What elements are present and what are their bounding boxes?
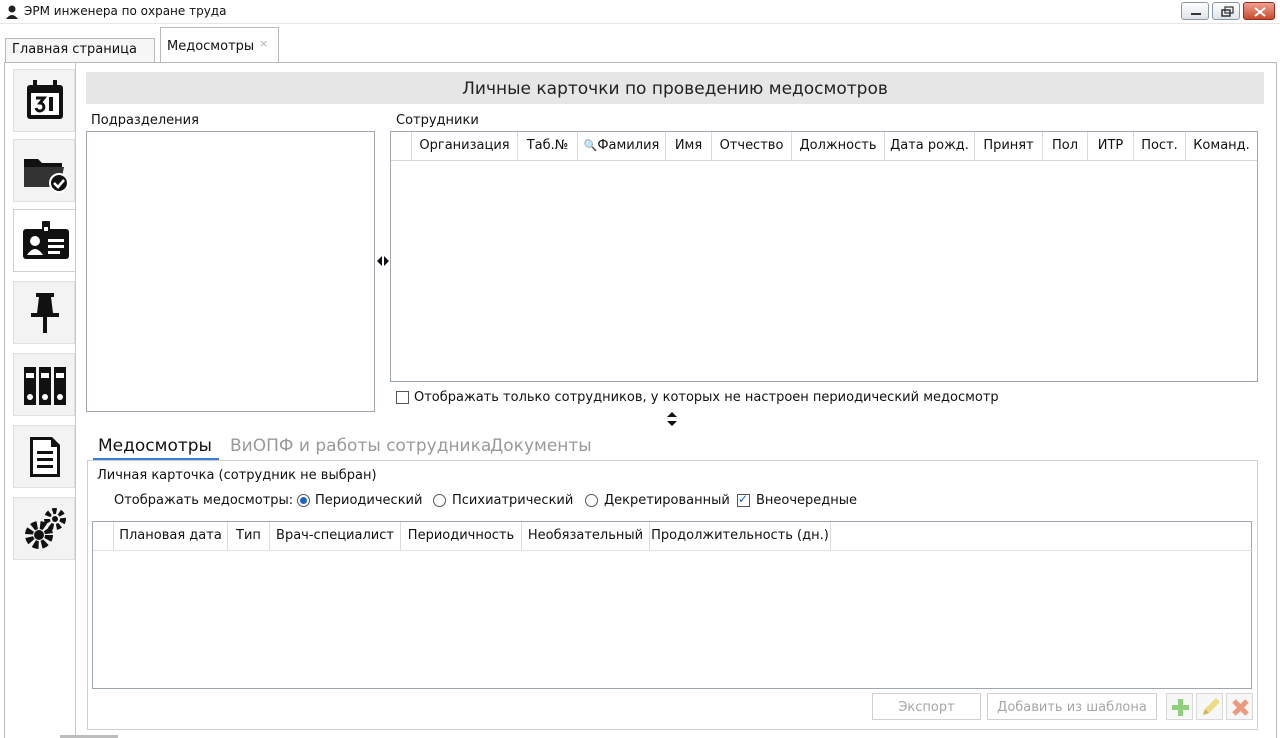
nav-calendar[interactable] — [13, 69, 75, 132]
column-header[interactable]: Команд. — [1186, 132, 1257, 160]
nav-document[interactable] — [13, 425, 75, 488]
calendar-icon — [27, 80, 63, 119]
close-window-button[interactable] — [1243, 2, 1275, 20]
decreed-radio-label: Декретированный — [604, 493, 730, 508]
psychiatric-radio[interactable] — [433, 494, 446, 507]
employees-label: Сотрудники — [396, 113, 479, 128]
column-header[interactable]: Продолжительность (дн.) — [650, 522, 831, 550]
extraordinary-checkbox[interactable] — [737, 492, 750, 507]
pencil-icon — [1203, 698, 1220, 715]
column-header[interactable]: Пол — [1043, 132, 1088, 160]
tab-viopf[interactable]: ВиОПФ и работы сотрудника — [230, 436, 491, 456]
column-header[interactable]: Имя — [666, 132, 712, 160]
column-header[interactable]: Пост. — [1134, 132, 1186, 160]
departments-tree[interactable] — [86, 131, 375, 412]
show-exams-label: Отображать медосмотры: — [114, 493, 294, 508]
periodic-radio-label: Периодический — [315, 493, 423, 508]
pushpin-icon — [31, 293, 59, 333]
column-header[interactable]: Необязательный — [522, 522, 650, 550]
delete-button[interactable] — [1226, 693, 1253, 720]
tab-medical-exams-label: Медосмотры — [167, 39, 255, 54]
column-header[interactable]: Таб.№ — [518, 132, 578, 160]
column-header[interactable]: Периодичность — [401, 522, 522, 550]
departments-label: Подразделения — [91, 113, 199, 128]
extraordinary-checkbox-label: Внеочередные — [756, 493, 858, 508]
nav-folder-check[interactable] — [13, 139, 75, 202]
plus-icon — [1172, 699, 1189, 716]
tab-main-page-label: Главная страница — [12, 42, 137, 57]
edit-button[interactable] — [1196, 693, 1223, 720]
document-icon — [30, 437, 60, 477]
exams-grid-header: Плановая дата Тип Врач-специалист Период… — [93, 522, 1253, 551]
column-header-label: Фамилия — [597, 138, 660, 153]
column-header[interactable]: Тип — [228, 522, 270, 550]
tab-main-page[interactable]: Главная страница — [5, 38, 155, 62]
nav-binders[interactable] — [13, 353, 75, 416]
column-header[interactable]: ИТР — [1088, 132, 1134, 160]
gears-icon — [25, 508, 66, 549]
exams-grid[interactable]: Плановая дата Тип Врач-специалист Период… — [92, 521, 1253, 689]
tab-medical-exams-inner[interactable]: Медосмотры — [98, 436, 212, 456]
vertical-splitter-handle[interactable] — [376, 254, 390, 268]
page-title: Личные карточки по проведению медосмотро… — [86, 72, 1264, 104]
column-header[interactable]: Организация — [412, 132, 518, 160]
delete-icon — [1232, 699, 1249, 716]
tab-documents[interactable]: Документы — [490, 436, 592, 456]
horizontal-splitter-handle[interactable] — [665, 411, 679, 430]
column-header[interactable]: Плановая дата — [114, 522, 228, 550]
column-header[interactable]: Отчество — [712, 132, 792, 160]
search-icon: 🔍 — [583, 139, 598, 152]
id-card-icon — [23, 221, 69, 259]
row-indicator-header — [391, 132, 412, 160]
export-button[interactable]: Экспорт — [872, 693, 981, 720]
periodic-radio[interactable] — [297, 494, 310, 507]
column-header-search[interactable]: 🔍Фамилия — [578, 132, 666, 160]
add-button[interactable] — [1166, 693, 1193, 720]
filter-checkbox[interactable] — [396, 391, 409, 404]
employees-grid-header: Организация Таб.№ 🔍Фамилия Имя Отчество … — [391, 132, 1257, 161]
window-title: ЭРМ инженера по охране труда — [24, 4, 227, 18]
employees-grid[interactable]: Организация Таб.№ 🔍Фамилия Имя Отчество … — [390, 131, 1258, 382]
decreed-radio[interactable] — [585, 494, 598, 507]
column-header[interactable]: Врач-специалист — [270, 522, 401, 550]
filter-checkbox-label: Отображать только сотрудников, у которых… — [414, 390, 999, 405]
column-header[interactable]: Должность — [792, 132, 885, 160]
folder-check-icon — [24, 159, 69, 193]
column-header[interactable]: Дата рожд. — [885, 132, 975, 160]
nav-personal-cards[interactable] — [13, 209, 75, 272]
tab-close-icon[interactable]: × — [259, 37, 268, 50]
column-header[interactable]: Принят — [975, 132, 1043, 160]
add-from-template-button[interactable]: Добавить из шаблона — [987, 693, 1157, 720]
minimize-button[interactable] — [1181, 2, 1209, 20]
app-icon — [5, 4, 19, 20]
row-indicator-header — [93, 522, 114, 550]
nav-settings[interactable] — [13, 497, 75, 560]
nav-pin[interactable] — [13, 281, 75, 344]
card-title: Личная карточка (сотрудник не выбран) — [97, 468, 377, 483]
sidebar-divider — [75, 63, 76, 738]
binders-icon — [24, 367, 66, 405]
psychiatric-radio-label: Психиатрический — [452, 493, 574, 508]
restore-button[interactable] — [1212, 2, 1240, 20]
